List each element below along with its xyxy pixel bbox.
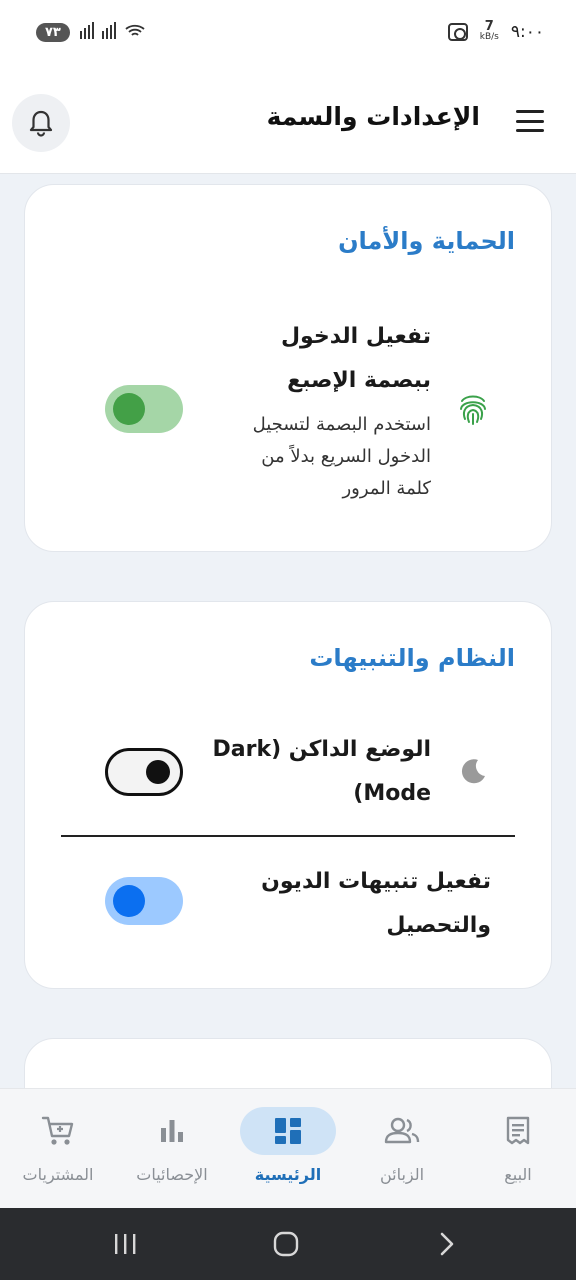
dark-mode-setting: الوضع الداكن (Dark Mode) xyxy=(211,728,432,816)
dashboard-icon xyxy=(275,1118,301,1144)
network-speed-unit: kB/s xyxy=(479,32,499,42)
nav-icon-wrap xyxy=(470,1107,566,1155)
dark-mode-setting-title: الوضع الداكن (Dark Mode) xyxy=(212,737,432,806)
toggle-knob xyxy=(146,760,170,784)
nav-label-home: الرئيسية xyxy=(254,1165,322,1184)
moon-icon xyxy=(459,756,489,790)
page-title: الإعدادات والسمة xyxy=(266,102,480,131)
nav-icon-wrap xyxy=(240,1107,336,1155)
debt-alerts-setting: تفعيل تنبيهات الديون والتحصيل xyxy=(251,860,491,948)
bell-icon xyxy=(29,110,53,137)
notifications-button[interactable] xyxy=(12,94,70,152)
cart-icon xyxy=(41,1116,74,1145)
debt-alerts-toggle[interactable] xyxy=(105,877,183,925)
toggle-knob xyxy=(113,885,145,917)
fingerprint-toggle[interactable] xyxy=(105,385,183,433)
nav-label-customers: الزبائن xyxy=(379,1165,425,1184)
nav-item-customers[interactable]: الزبائن xyxy=(346,1107,458,1197)
status-bar: ٧٣ 7 kB/s ٩:٠٠ xyxy=(0,0,576,64)
fingerprint-setting: تفعيل الدخول ببصمة الإصبع استخدم البصمة … xyxy=(221,315,431,505)
nav-item-home[interactable]: الرئيسية xyxy=(232,1107,344,1197)
nav-icon-wrap xyxy=(10,1107,106,1155)
debt-alerts-setting-title: تفعيل تنبيهات الديون والتحصيل xyxy=(261,869,491,938)
app-header: الإعدادات والسمة xyxy=(0,64,576,174)
status-left: ٧٣ xyxy=(36,21,150,43)
receipt-icon xyxy=(506,1116,530,1145)
menu-button[interactable] xyxy=(516,110,544,132)
status-time: ٩:٠٠ xyxy=(510,22,544,42)
bar-chart-icon xyxy=(161,1120,183,1142)
users-icon xyxy=(384,1117,420,1144)
system-nav-bar xyxy=(0,1208,576,1280)
network-speed: 7 kB/s xyxy=(479,19,499,42)
bottom-nav: البيع الزبائن الرئيسية الإحصائيات المشتر… xyxy=(0,1088,576,1208)
security-card-title: الحماية والأمان xyxy=(338,227,515,255)
dark-mode-toggle[interactable] xyxy=(105,748,183,796)
network-speed-value: 7 xyxy=(484,19,494,34)
hamburger-icon xyxy=(516,110,544,113)
security-card: الحماية والأمان تفعيل الدخول ببصمة الإصب… xyxy=(24,184,552,552)
fingerprint-setting-title: تفعيل الدخول ببصمة الإصبع xyxy=(280,324,431,393)
nav-item-sales[interactable]: البيع xyxy=(462,1107,574,1197)
battery-indicator: ٧٣ xyxy=(36,22,70,42)
nav-label-sales: البيع xyxy=(504,1165,532,1184)
nav-item-statistics[interactable]: الإحصائيات xyxy=(116,1107,228,1197)
fingerprint-icon xyxy=(457,392,489,430)
recent-apps-icon[interactable] xyxy=(112,1232,138,1256)
back-icon[interactable] xyxy=(436,1230,458,1258)
fingerprint-setting-description: استخدم البصمة لتسجيل الدخول السريع بدلاً… xyxy=(252,414,431,499)
nav-icon-wrap xyxy=(124,1107,220,1155)
signal-icon xyxy=(79,21,150,43)
settings-divider xyxy=(61,835,515,837)
hamburger-icon xyxy=(516,119,544,123)
screen-record-icon xyxy=(447,23,468,41)
home-icon[interactable] xyxy=(272,1230,300,1258)
nav-item-purchases[interactable]: المشتريات xyxy=(2,1107,114,1197)
status-right: 7 kB/s ٩:٠٠ xyxy=(447,19,544,42)
nav-label-statistics: الإحصائيات xyxy=(136,1165,208,1184)
system-card: النظام والتنبيهات الوضع الداكن (Dark Mod… xyxy=(24,601,552,989)
nav-label-purchases: المشتريات xyxy=(22,1165,94,1184)
hamburger-icon xyxy=(516,129,544,132)
nav-icon-wrap xyxy=(354,1107,450,1155)
toggle-knob xyxy=(113,393,145,425)
system-card-title: النظام والتنبيهات xyxy=(309,644,515,672)
